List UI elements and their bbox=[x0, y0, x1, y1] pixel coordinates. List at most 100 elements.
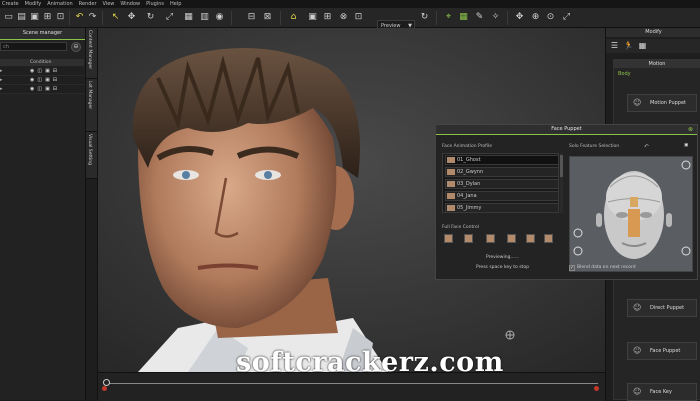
zoom-icon[interactable]: ⊗ bbox=[338, 12, 349, 23]
face-puppet-icon: ☺ bbox=[633, 346, 642, 355]
direct-puppet-button[interactable]: ☺ Direct Puppet bbox=[627, 299, 697, 317]
row-status-icons[interactable]: ◉◫▣⊟ bbox=[30, 85, 60, 93]
scale-icon[interactable]: ⤢ bbox=[164, 12, 175, 23]
save-icon[interactable]: ▣ bbox=[29, 12, 40, 23]
toolbar-divider bbox=[507, 11, 508, 25]
list-item[interactable]: 04_Jana bbox=[445, 191, 559, 201]
list-item[interactable]: 03_Dylan bbox=[445, 179, 559, 189]
blend-data-label: Blend data on next record bbox=[577, 265, 636, 270]
frame-icon[interactable]: ⊡ bbox=[353, 12, 364, 23]
settings-icon[interactable]: ▣ bbox=[684, 143, 688, 148]
mesh-icon[interactable]: ▦ bbox=[458, 12, 469, 23]
timeline-playhead[interactable] bbox=[103, 379, 110, 386]
motion-figure-icon[interactable]: 🏃 bbox=[623, 41, 634, 51]
scene-row[interactable]: ▸ ◉◫▣⊟ bbox=[0, 76, 84, 85]
modify-panel-title: Modify bbox=[606, 28, 700, 37]
eye-icon[interactable]: ◉ bbox=[214, 12, 225, 23]
menu-window[interactable]: Window bbox=[120, 0, 140, 8]
pick-icon[interactable]: ⌖ bbox=[443, 12, 454, 23]
tab-visual-setting[interactable]: Visual Setting bbox=[86, 132, 97, 179]
scene-row[interactable]: ▸ ◉◫▣⊟ bbox=[0, 85, 84, 94]
home-icon[interactable]: ⌂ bbox=[288, 12, 299, 23]
fit-view-icon[interactable]: ⊞ bbox=[322, 12, 333, 23]
toolbar-divider bbox=[280, 11, 281, 25]
row-status-icons[interactable]: ◉◫▣⊟ bbox=[30, 76, 60, 84]
menu-modify[interactable]: Modify bbox=[25, 0, 42, 8]
row-status-icons[interactable]: ◉◫▣⊟ bbox=[30, 67, 60, 75]
grid-icon[interactable]: ▥ bbox=[199, 12, 210, 23]
align-icon[interactable]: ⊟ bbox=[246, 12, 257, 23]
list-item[interactable]: 01_Ghost bbox=[445, 155, 559, 165]
menu-help[interactable]: Help bbox=[170, 0, 181, 8]
timeline-start-marker[interactable] bbox=[102, 386, 107, 391]
checker-icon[interactable]: ▦ bbox=[637, 41, 648, 51]
scene-manager-title: Scene manager bbox=[0, 28, 85, 40]
scrollbar-thumb[interactable] bbox=[560, 155, 563, 177]
rotate-icon[interactable]: ↻ bbox=[145, 12, 156, 23]
pan-icon[interactable]: ✥ bbox=[514, 12, 525, 23]
motion-puppet-button[interactable]: ☺ Motion Puppet bbox=[627, 94, 697, 112]
row-expand-icon[interactable]: ▸ bbox=[0, 86, 3, 92]
snap-icon[interactable]: ⊠ bbox=[262, 12, 273, 23]
list-item[interactable]: 05_Jimmy bbox=[445, 203, 559, 213]
motion-puppet-icon: ☺ bbox=[633, 98, 642, 107]
face-control-thumb[interactable] bbox=[507, 234, 516, 243]
row-expand-icon[interactable]: ▸ bbox=[0, 77, 3, 83]
watermark-text: softcrackerz.com bbox=[236, 347, 504, 378]
solo-feature-head-map[interactable] bbox=[569, 156, 693, 272]
menu-create[interactable]: Create bbox=[2, 0, 19, 8]
timeline-end-marker[interactable] bbox=[594, 386, 599, 391]
close-icon[interactable]: ⊗ bbox=[688, 125, 693, 134]
undo-selection-icon[interactable]: ⤺ bbox=[644, 143, 649, 149]
orbit-icon[interactable]: ⊙ bbox=[545, 12, 556, 23]
select-arrow-icon[interactable]: ↖ bbox=[110, 12, 121, 23]
fullscreen-icon[interactable]: ⤢ bbox=[561, 12, 572, 23]
tab-lot-manager[interactable]: Lot Manager bbox=[86, 79, 97, 132]
avatar bbox=[447, 181, 455, 187]
redo-icon[interactable]: ↷ bbox=[87, 12, 98, 23]
condition-column-header: Condition bbox=[30, 60, 52, 65]
timeline-track[interactable] bbox=[108, 383, 598, 384]
face-control-thumb[interactable] bbox=[526, 234, 535, 243]
export-icon[interactable]: ⊡ bbox=[55, 12, 66, 23]
undo-icon[interactable]: ↶ bbox=[74, 12, 85, 23]
profile-list: 01_Ghost 02_Gwynn 03_Dylan 04_Jana 05_Ji… bbox=[442, 153, 559, 213]
object-icon[interactable]: ▦ bbox=[183, 12, 194, 23]
tab-label: Content Manager bbox=[87, 30, 92, 70]
open-file-icon[interactable]: ▤ bbox=[16, 12, 27, 23]
menu-bar: Create Modify Animation Render View Wind… bbox=[0, 0, 700, 8]
camera-icon[interactable]: ▣ bbox=[307, 12, 318, 23]
blend-data-checkbox[interactable]: ✓ bbox=[569, 265, 575, 271]
face-control-thumb[interactable] bbox=[486, 234, 495, 243]
face-key-button[interactable]: ☺ Face Key bbox=[627, 383, 697, 401]
menu-view[interactable]: View bbox=[103, 0, 115, 8]
face-control-thumb[interactable] bbox=[444, 234, 453, 243]
menu-render[interactable]: Render bbox=[79, 0, 97, 8]
profile-name: 02_Gwynn bbox=[457, 169, 484, 175]
light-icon[interactable]: ✧ bbox=[490, 12, 501, 23]
face-control-thumb[interactable] bbox=[464, 234, 473, 243]
list-icon[interactable]: ☰ bbox=[609, 41, 620, 51]
profile-list-scrollbar[interactable] bbox=[560, 153, 563, 213]
face-puppet-title-bar[interactable]: Face Puppet ⊗ bbox=[436, 125, 697, 135]
scene-row[interactable]: ▸ ◉◫▣⊟ bbox=[0, 67, 84, 76]
direct-puppet-icon: ☺ bbox=[633, 303, 642, 312]
list-item[interactable]: 02_Gwynn bbox=[445, 167, 559, 177]
brush-icon[interactable]: ✎ bbox=[474, 12, 485, 23]
tab-content-manager[interactable]: Content Manager bbox=[86, 28, 97, 79]
move-icon[interactable]: ✥ bbox=[126, 12, 137, 23]
menu-plugins[interactable]: Plugins bbox=[146, 0, 164, 8]
import-icon[interactable]: ⊞ bbox=[42, 12, 53, 23]
face-puppet-button[interactable]: ☺ Face Puppet bbox=[627, 342, 697, 360]
new-file-icon[interactable]: ▭ bbox=[3, 12, 14, 23]
filter-icon[interactable]: ⊖ bbox=[71, 42, 81, 52]
face-control-thumb[interactable] bbox=[544, 234, 553, 243]
zoom-in-icon[interactable]: ⊕ bbox=[530, 12, 541, 23]
side-tab-strip: Content Manager Lot Manager Visual Setti… bbox=[86, 28, 98, 400]
menu-animation[interactable]: Animation bbox=[47, 0, 73, 8]
scene-search-input[interactable]: ch bbox=[0, 42, 67, 51]
tab-label: Visual Setting bbox=[87, 134, 92, 165]
head-wireframe-icon bbox=[570, 157, 692, 271]
row-expand-icon[interactable]: ▸ bbox=[0, 68, 3, 74]
refresh-icon[interactable]: ↻ bbox=[419, 12, 430, 23]
